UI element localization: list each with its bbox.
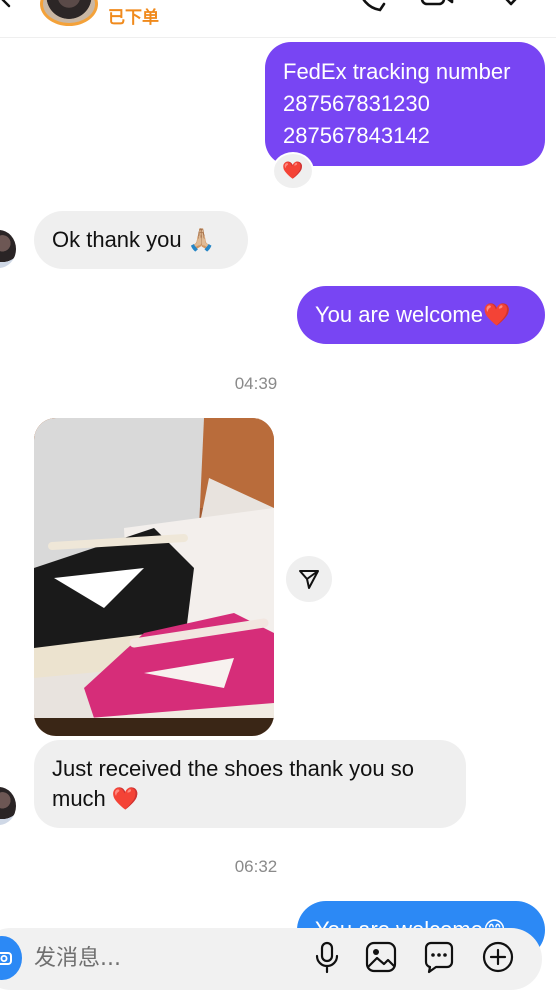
message-text: Just received the shoes thank you so muc…	[52, 756, 414, 811]
message-input[interactable]	[34, 940, 274, 976]
shoes-photo[interactable]	[34, 418, 274, 736]
microphone-icon[interactable]	[310, 940, 344, 974]
incoming-message-ok-thank-you[interactable]: Ok thank you 🙏🏼	[34, 211, 248, 269]
heart-icon[interactable]	[494, 0, 528, 14]
video-icon[interactable]	[420, 0, 454, 14]
sticker-icon[interactable]	[422, 940, 456, 974]
shoes-photo-image	[34, 418, 274, 736]
incoming-message-received[interactable]: Just received the shoes thank you so muc…	[34, 740, 466, 828]
timestamp: 04:39	[234, 374, 278, 393]
heart-reaction-icon: ❤️	[282, 161, 304, 180]
order-status-label: 已下单	[108, 8, 159, 27]
camera-icon	[0, 952, 12, 965]
sender-avatar[interactable]	[0, 787, 16, 825]
timestamp: 06:32	[234, 857, 278, 876]
message-reaction[interactable]: ❤️	[272, 152, 314, 190]
plus-icon[interactable]	[481, 940, 515, 974]
message-text: Ok thank you 🙏🏼	[52, 227, 216, 252]
phone-icon[interactable]	[354, 0, 388, 14]
outgoing-message-tracking[interactable]: FedEx tracking number 287567831230 28756…	[265, 42, 545, 166]
back-arrow-icon[interactable]	[0, 0, 16, 8]
send-icon	[299, 570, 319, 589]
contact-avatar[interactable]	[40, 0, 98, 26]
gallery-icon[interactable]	[364, 940, 398, 974]
share-button[interactable]	[286, 556, 332, 602]
outgoing-message-welcome[interactable]: You are welcome❤️	[297, 286, 545, 344]
message-text: FedEx tracking number 287567831230 28756…	[283, 59, 511, 148]
chat-header: 已下单	[0, 0, 556, 38]
message-text: You are welcome❤️	[315, 302, 511, 327]
sender-avatar[interactable]	[0, 230, 16, 268]
